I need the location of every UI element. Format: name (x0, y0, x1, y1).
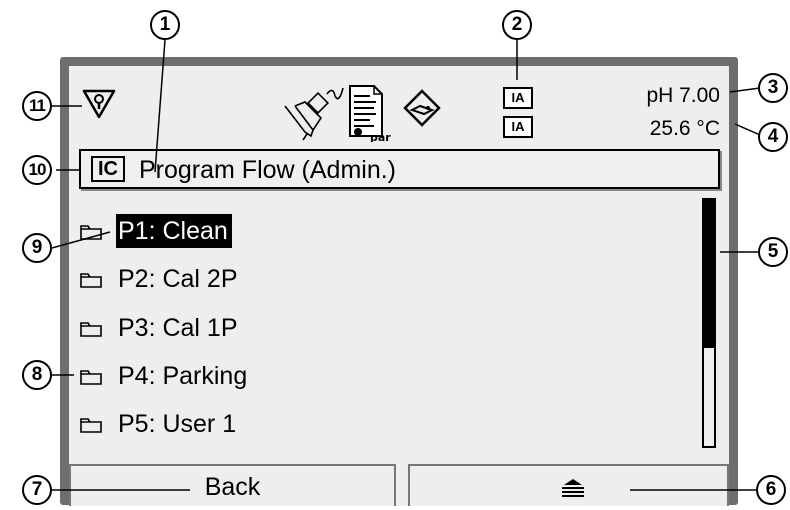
callout-5: 5 (758, 237, 788, 267)
callout-4: 4 (758, 122, 788, 152)
callout-7: 7 (22, 475, 52, 505)
callout-9: 9 (22, 233, 52, 263)
callout-6: 6 (756, 475, 786, 505)
callout-3: 3 (758, 73, 788, 103)
callout-1: 1 (150, 10, 180, 40)
callout-11: 11 (22, 91, 52, 121)
callout-2: 2 (502, 10, 532, 40)
callout-8: 8 (22, 360, 52, 390)
callout-leaders (51, 39, 761, 491)
callout-10: 10 (22, 155, 52, 185)
